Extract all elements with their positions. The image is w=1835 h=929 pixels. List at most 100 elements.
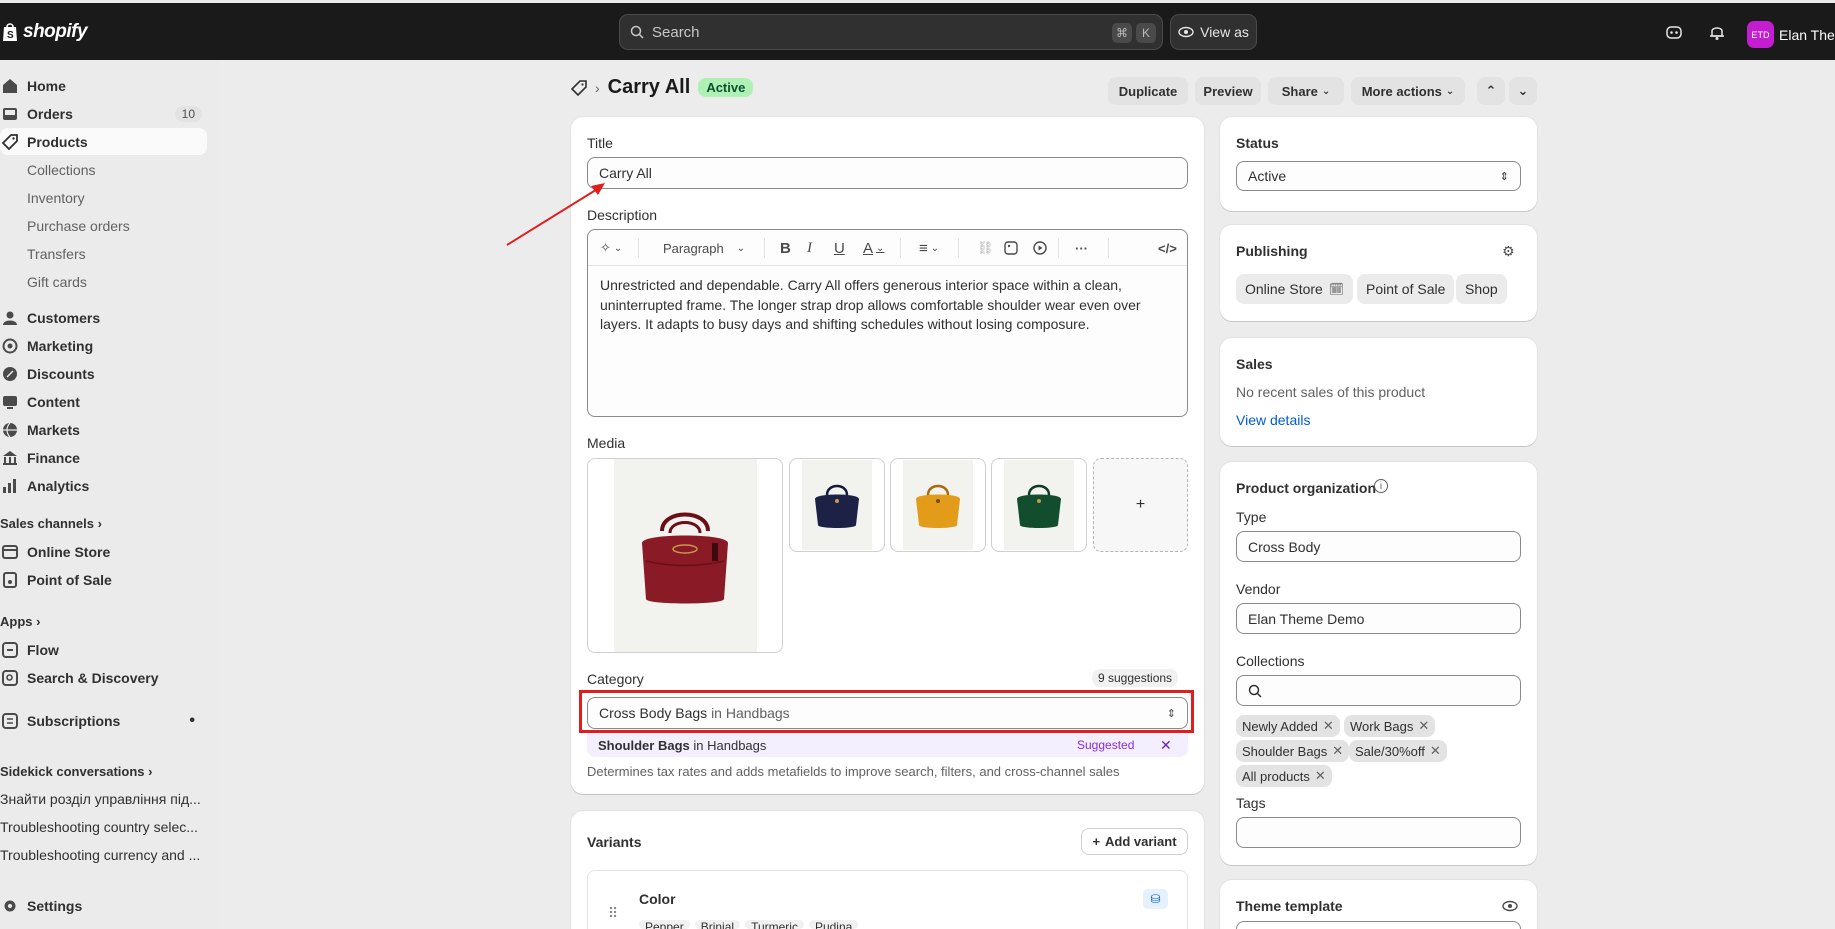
duplicate-button[interactable]: Duplicate: [1108, 77, 1188, 105]
dismiss-suggestion-icon[interactable]: ✕: [1160, 737, 1172, 754]
channel-point-of-sale[interactable]: Point of Sale: [1357, 274, 1455, 304]
italic-icon[interactable]: I: [807, 238, 812, 258]
type-field[interactable]: Cross Body: [1236, 531, 1521, 562]
collection-chip[interactable]: All products ✕: [1236, 765, 1332, 787]
sidebar-item-markets[interactable]: Markets: [0, 416, 207, 443]
shopify-logo[interactable]: S shopify: [2, 21, 88, 43]
align-icon[interactable]: ≡ ⌄: [919, 238, 939, 258]
breadcrumb-chevron-icon: ›: [595, 79, 600, 96]
code-view-icon[interactable]: </>: [1158, 238, 1177, 258]
apps-header[interactable]: Apps ›: [0, 614, 40, 629]
sidebar-item-orders[interactable]: Orders 10: [0, 100, 207, 127]
info-icon[interactable]: i: [1374, 479, 1388, 493]
collection-chip[interactable]: Sale/30%off ✕: [1349, 740, 1447, 762]
theme-template-select[interactable]: [1236, 921, 1521, 929]
video-icon[interactable]: [1033, 238, 1047, 258]
collection-chip[interactable]: Work Bags ✕: [1344, 715, 1436, 737]
sidebar-item-finance[interactable]: Finance: [0, 444, 207, 471]
view-details-link[interactable]: View details: [1236, 412, 1310, 428]
sidebar-item-online-store[interactable]: Online Store: [0, 538, 207, 565]
bell-icon[interactable]: [1707, 22, 1727, 42]
add-media-button[interactable]: +: [1093, 458, 1188, 552]
collection-chip[interactable]: Newly Added ✕: [1236, 715, 1340, 737]
image-icon[interactable]: [1004, 238, 1018, 258]
title-field[interactable]: Carry All: [587, 157, 1188, 189]
sidebar-item-inventory[interactable]: Inventory: [27, 190, 85, 206]
share-label: Share: [1281, 83, 1318, 99]
drag-handle-icon[interactable]: ⠿: [608, 905, 618, 922]
tags-input[interactable]: [1236, 817, 1521, 848]
conversation-item[interactable]: Troubleshooting currency and ...: [0, 847, 205, 863]
collection-chip[interactable]: Shoulder Bags ✕: [1236, 740, 1350, 762]
more-actions-button[interactable]: More actions ⌄: [1351, 77, 1465, 105]
sliders-icon[interactable]: ⚙: [1502, 243, 1515, 260]
channel-online-store[interactable]: Online Store 🗓: [1236, 274, 1354, 304]
channel-shop[interactable]: Shop: [1456, 274, 1507, 304]
sidebar-item-subscriptions[interactable]: Subscriptions •: [0, 707, 207, 734]
paragraph-format-select[interactable]: Paragraph ⌄: [663, 238, 745, 258]
sidebar-item-collections[interactable]: Collections: [27, 162, 95, 178]
text-color-icon[interactable]: A ⌄: [863, 238, 884, 258]
link-icon[interactable]: ⛓: [977, 238, 994, 258]
sales-channels-header[interactable]: Sales channels ›: [0, 516, 102, 531]
tag-icon[interactable]: [571, 79, 587, 96]
add-variant-button[interactable]: + Add variant: [1081, 828, 1188, 855]
media-item-green[interactable]: [991, 458, 1087, 552]
next-product-button[interactable]: ⌄: [1509, 77, 1537, 105]
media-item-yellow[interactable]: [890, 458, 986, 552]
sidebar-item-transfers[interactable]: Transfers: [27, 246, 86, 262]
media-item-main[interactable]: [587, 458, 783, 653]
preview-button[interactable]: Preview: [1195, 77, 1261, 105]
sidebar-item-content[interactable]: Content: [0, 388, 207, 415]
sidekick-header[interactable]: Sidekick conversations ›: [0, 764, 152, 779]
more-options-icon[interactable]: ···: [1075, 238, 1088, 258]
search-input[interactable]: Search ⌘ K: [619, 14, 1163, 50]
status-select[interactable]: Active ⇕: [1236, 161, 1521, 191]
remove-icon[interactable]: ✕: [1323, 718, 1334, 734]
variants-title: Variants: [587, 834, 642, 850]
underline-icon[interactable]: U: [834, 238, 845, 258]
remove-icon[interactable]: ✕: [1418, 718, 1429, 734]
category-select[interactable]: Cross Body Bags in Handbags ⇕: [587, 697, 1188, 729]
previous-product-button[interactable]: ⌃: [1477, 77, 1505, 105]
chevron-right-icon: ›: [36, 614, 41, 629]
view-as-button[interactable]: View as: [1170, 14, 1257, 50]
collections-search-input[interactable]: [1236, 675, 1521, 706]
sidebar-item-search-discovery[interactable]: Search & Discovery: [0, 664, 207, 691]
conversation-item[interactable]: Знайти розділ управління під...: [0, 791, 205, 807]
sidebar-label: Home: [27, 77, 66, 94]
publishing-label: Publishing: [1236, 243, 1308, 259]
collection-chip-label: Newly Added: [1242, 718, 1318, 734]
bold-icon[interactable]: B: [780, 238, 791, 258]
description-text[interactable]: Unrestricted and dependable. Carry All o…: [600, 276, 1180, 335]
remove-icon[interactable]: ✕: [1430, 743, 1441, 759]
sidebar-item-gift-cards[interactable]: Gift cards: [27, 274, 87, 290]
annotation-arrow-icon: [506, 183, 605, 246]
sidebar-item-flow[interactable]: Flow: [0, 636, 207, 663]
suggestions-badge[interactable]: 9 suggestions: [1092, 669, 1179, 687]
sidebar-item-products[interactable]: Products: [0, 128, 207, 155]
share-button[interactable]: Share ⌄: [1268, 77, 1344, 105]
media-item-navy[interactable]: [789, 458, 885, 552]
sidebar-item-purchase-orders[interactable]: Purchase orders: [27, 218, 130, 234]
eye-icon[interactable]: [1502, 900, 1518, 912]
sidebar-item-home[interactable]: Home: [0, 72, 207, 99]
sidebar-item-marketing[interactable]: Marketing: [0, 332, 207, 359]
toolbar-divider: [638, 238, 639, 258]
sidebar-item-point-of-sale[interactable]: Point of Sale: [0, 566, 207, 593]
sidebar-item-settings[interactable]: Settings: [0, 892, 207, 919]
database-icon[interactable]: ⛁: [1143, 889, 1168, 909]
category-suggestion-row[interactable]: Shoulder Bags in Handbags Suggested ✕: [587, 733, 1188, 757]
remove-icon[interactable]: ✕: [1315, 768, 1326, 784]
sidebar-item-discounts[interactable]: Discounts: [0, 360, 207, 387]
remove-icon[interactable]: ✕: [1332, 743, 1343, 759]
account-menu[interactable]: ETD Elan Them: [1747, 21, 1835, 48]
sidebar-item-analytics[interactable]: Analytics: [0, 472, 207, 499]
red-handbag-image: [642, 512, 728, 603]
chevron-down-icon: ⌄: [1517, 83, 1529, 98]
vendor-field[interactable]: Elan Theme Demo: [1236, 603, 1521, 634]
sidebar-item-customers[interactable]: Customers: [0, 304, 207, 331]
conversation-item[interactable]: Troubleshooting country selec...: [0, 819, 205, 835]
preview-label: Preview: [1203, 83, 1253, 99]
sidekick-icon[interactable]: [1664, 22, 1684, 42]
